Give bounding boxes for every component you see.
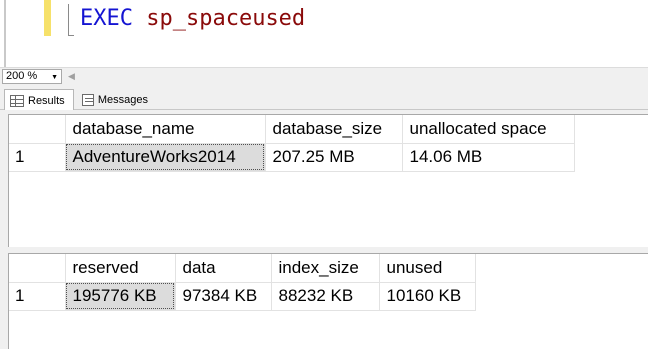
change-indicator-bar [44,0,51,36]
outline-fold-tick [68,35,74,36]
header-row: database_name database_size unallocated … [9,115,575,144]
result-grid-2[interactable]: reserved data index_size unused 1 195776… [8,253,648,349]
zoom-dropdown[interactable]: 200 % ▼ [2,69,62,84]
table-cell[interactable]: 207.25 MB [265,143,403,172]
outline-fold-line [68,4,69,36]
results-tab-bar: Results Messages [0,85,648,111]
column-header[interactable]: reserved [65,254,176,283]
table-cell[interactable]: 10160 KB [379,282,476,311]
table-cell[interactable]: 195776 KB [65,282,176,311]
tab-messages-label: Messages [97,93,148,106]
messages-icon [82,93,94,106]
tab-results[interactable]: Results [4,89,74,111]
header-row: reserved data index_size unused [9,254,476,283]
scroll-left-icon[interactable]: ◀ [68,70,75,83]
code-line[interactable]: EXEC sp_spaceused [80,6,305,31]
zoom-value: 200 % [6,70,38,82]
result-grid-1[interactable]: database_name database_size unallocated … [8,114,648,247]
chevron-down-icon[interactable]: ▼ [51,71,58,84]
result-table-1: database_name database_size unallocated … [9,115,575,172]
row-header-corner[interactable] [9,254,66,283]
table-cell[interactable]: 14.06 MB [402,143,575,172]
query-editor[interactable]: EXEC sp_spaceused [0,0,648,67]
row-number[interactable]: 1 [9,282,66,311]
row-header-corner[interactable] [9,115,66,144]
tab-messages[interactable]: Messages [77,89,153,110]
table-cell[interactable]: 97384 KB [175,282,272,311]
table-cell[interactable]: 88232 KB [271,282,380,311]
result-table-2: reserved data index_size unused 1 195776… [9,254,476,311]
column-header[interactable]: database_name [65,115,266,144]
exec-keyword: EXEC [80,6,133,31]
editor-margin [4,0,6,67]
zoom-strip: 200 % ▼ ◀ [0,67,648,85]
column-header[interactable]: unused [379,254,476,283]
procedure-name: sp_spaceused [146,6,306,31]
tab-results-label: Results [28,94,65,107]
row-number[interactable]: 1 [9,143,66,172]
column-header[interactable]: index_size [271,254,380,283]
table-cell[interactable]: AdventureWorks2014 [65,143,266,172]
column-header[interactable]: unallocated space [402,115,575,144]
column-header[interactable]: database_size [265,115,403,144]
grid-icon [10,94,24,107]
column-header[interactable]: data [175,254,272,283]
table-row: 1 195776 KB 97384 KB 88232 KB 10160 KB [9,282,476,311]
results-area: database_name database_size unallocated … [0,110,648,349]
table-row: 1 AdventureWorks2014 207.25 MB 14.06 MB [9,143,575,172]
